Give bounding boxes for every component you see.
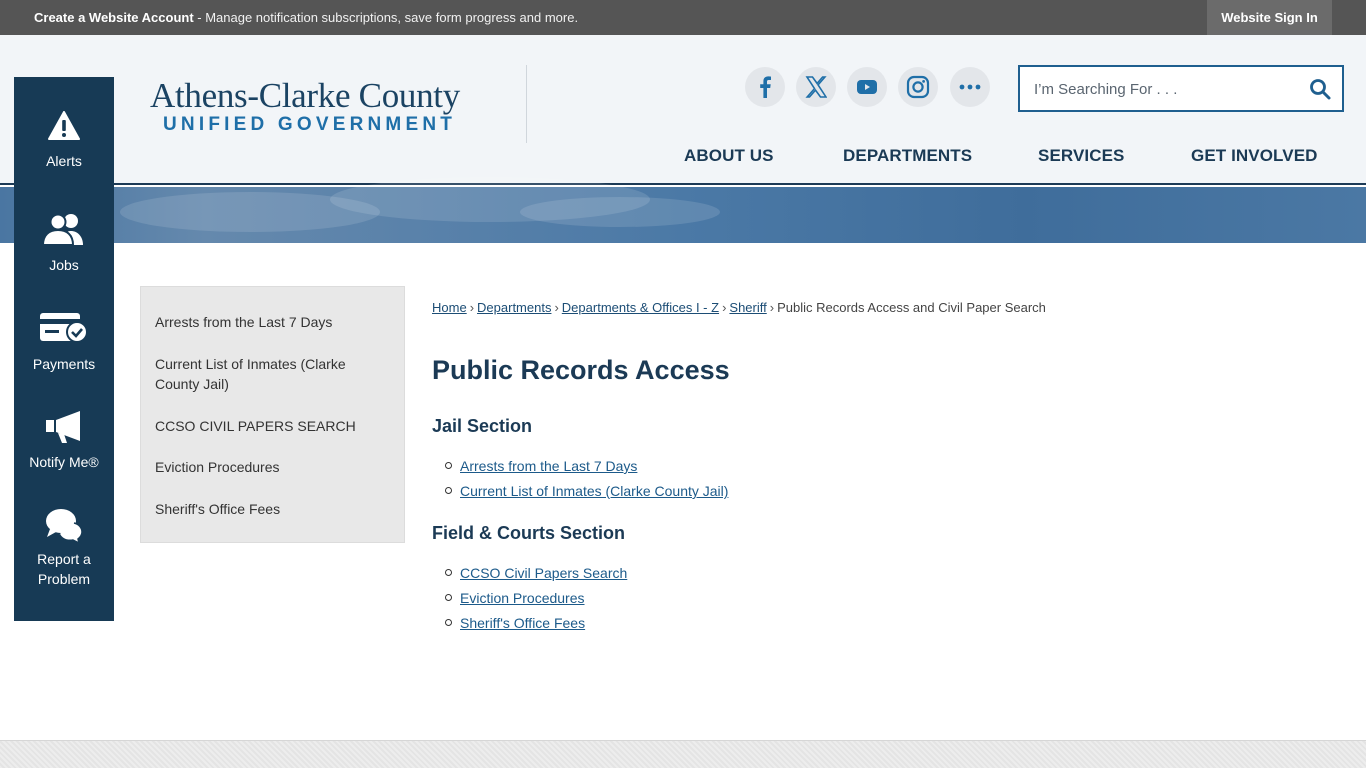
hero-banner [0, 177, 1366, 243]
logo-subtitle: UNIFIED GOVERNMENT [163, 114, 457, 135]
top-utility-bar: Create a Website Account - Manage notifi… [0, 0, 1366, 35]
youtube-icon[interactable] [847, 67, 887, 107]
site-search [1018, 65, 1344, 112]
quick-link-label: Report a Problem [37, 551, 91, 587]
logo-title: Athens-Clarke County [150, 76, 460, 115]
account-message-text: - Manage notification subscriptions, sav… [193, 10, 579, 25]
quick-link-label: Notify Me® [29, 454, 99, 470]
breadcrumb: Home › Departments › Departments & Offices I… [432, 300, 1046, 315]
link-current-inmates[interactable]: Current List of Inmates (Clarke County J… [460, 483, 728, 499]
list-item: Sheriff's Office Fees [444, 614, 627, 639]
create-account-link[interactable]: Create a Website Account [34, 10, 194, 25]
field-courts-links-list: CCSO Civil Papers Search Eviction Proced… [444, 564, 627, 639]
breadcrumb-sheriff[interactable]: Sheriff [729, 300, 766, 315]
breadcrumb-current: Public Records Access and Civil Paper Se… [777, 300, 1046, 315]
quick-link-label: Alerts [46, 153, 82, 169]
quick-link-alerts[interactable]: Alerts [14, 111, 114, 171]
quick-link-report-problem[interactable]: Report a Problem [14, 507, 114, 589]
side-menu-item[interactable]: Sheriff's Office Fees [155, 499, 385, 519]
link-eviction-procedures[interactable]: Eviction Procedures [460, 590, 585, 606]
side-menu-item[interactable]: CCSO CIVIL PAPERS SEARCH [155, 416, 385, 436]
account-message: Create a Website Account - Manage notifi… [34, 10, 578, 25]
logo-divider [526, 65, 527, 143]
breadcrumb-departments-offices[interactable]: Departments & Offices I - Z [562, 300, 719, 315]
page-title: Public Records Access [432, 355, 730, 385]
quick-links-bar: Alerts Jobs Payments Notify Me® Report a… [14, 77, 114, 621]
website-sign-in-button[interactable]: Website Sign In [1207, 0, 1332, 35]
quick-link-label: Payments [32, 356, 96, 372]
alert-icon [48, 111, 80, 140]
section-heading-jail: Jail Section [432, 416, 533, 436]
side-menu-item[interactable]: Current List of Inmates (Clarke County J… [155, 354, 385, 394]
breadcrumb-departments[interactable]: Departments [477, 300, 551, 315]
instagram-icon[interactable] [898, 67, 938, 107]
nav-get-involved[interactable]: GET INVOLVED [1191, 146, 1318, 166]
site-logo[interactable]: Athens-Clarke County UNIFIED GOVERNMENT [150, 77, 490, 136]
breadcrumb-home[interactable]: Home [432, 300, 467, 315]
link-civil-papers-search[interactable]: CCSO Civil Papers Search [460, 565, 627, 581]
side-menu-item[interactable]: Arrests from the Last 7 Days [155, 312, 385, 332]
search-icon[interactable] [1308, 77, 1332, 101]
quick-link-label: Jobs [49, 257, 79, 273]
link-arrests-last-7-days[interactable]: Arrests from the Last 7 Days [460, 458, 637, 474]
jail-links-list: Arrests from the Last 7 Days Current Lis… [444, 457, 728, 507]
nav-departments[interactable]: DEPARTMENTS [843, 146, 972, 166]
nav-services[interactable]: SERVICES [1038, 146, 1124, 166]
list-item: Arrests from the Last 7 Days [444, 457, 728, 482]
side-menu-item[interactable]: Eviction Procedures [155, 457, 385, 477]
quick-link-payments[interactable]: Payments [14, 312, 114, 374]
facebook-icon[interactable] [745, 67, 785, 107]
x-icon[interactable] [796, 67, 836, 107]
page-footer [0, 740, 1366, 768]
megaphone-icon [46, 411, 80, 443]
list-item: Current List of Inmates (Clarke County J… [444, 482, 728, 507]
nav-about-us[interactable]: ABOUT US [684, 146, 774, 166]
people-icon [41, 213, 83, 245]
side-menu: Arrests from the Last 7 Days Current Lis… [140, 286, 405, 543]
list-item: Eviction Procedures [444, 589, 627, 614]
quick-link-jobs[interactable]: Jobs [14, 213, 114, 275]
link-sheriffs-office-fees[interactable]: Sheriff's Office Fees [460, 615, 585, 631]
chat-bubbles-icon [46, 509, 83, 543]
search-input[interactable] [1034, 78, 1294, 100]
payment-card-icon [40, 313, 88, 343]
quick-link-notify-me[interactable]: Notify Me® [14, 410, 114, 472]
section-heading-field-courts: Field & Courts Section [432, 523, 626, 543]
more-icon[interactable] [950, 67, 990, 107]
site-header: Athens-Clarke County UNIFIED GOVERNMENT … [0, 35, 1366, 185]
list-item: CCSO Civil Papers Search [444, 564, 627, 589]
